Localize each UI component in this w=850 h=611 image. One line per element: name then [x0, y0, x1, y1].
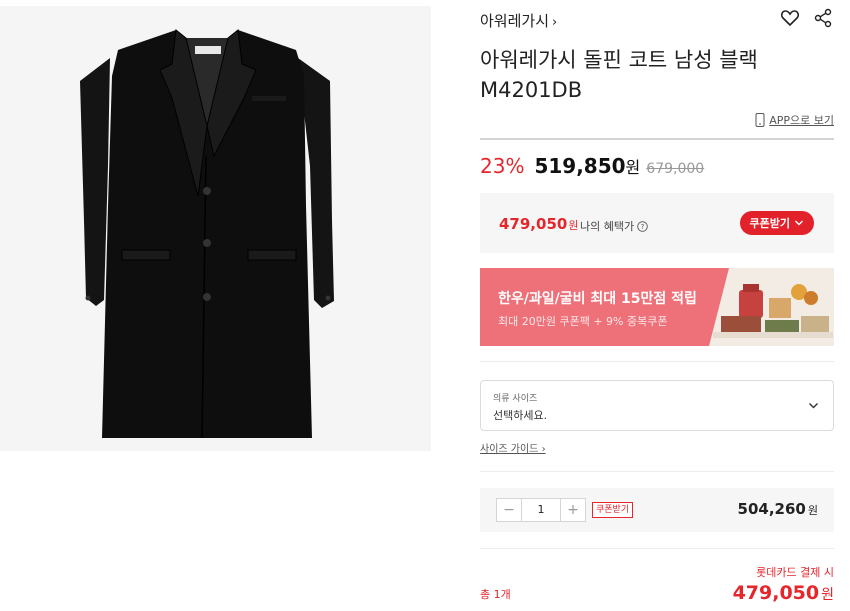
divider	[480, 548, 834, 549]
order-line: − 1 + 쿠폰받기 504,260 원	[480, 488, 834, 532]
size-select-label: 의류 사이즈	[493, 394, 538, 404]
brand-name: 아워레가시	[480, 12, 550, 30]
total-price-currency: 원	[821, 587, 834, 603]
line-price-currency: 원	[807, 504, 818, 517]
product-title: 아워레가시 돌핀 코트 남성 블랙 M4201DB	[480, 45, 820, 105]
sale-price: 519,850	[534, 154, 626, 178]
svg-text:?: ?	[641, 223, 645, 231]
heart-icon[interactable]	[780, 8, 800, 28]
coupon-tag-button[interactable]: 쿠폰받기	[592, 502, 634, 518]
line-price-value: 504,260	[737, 500, 806, 518]
promo-banner-title: 한우/과일/굴비 최대 15만점 적립	[498, 291, 697, 307]
discount-rate: 23%	[480, 154, 525, 178]
benefit-label-text: 나의 혜택가	[580, 220, 635, 233]
coat-image	[80, 29, 334, 439]
quantity-input[interactable]: 1	[521, 499, 561, 521]
app-view-link[interactable]: APP으로 보기	[755, 112, 834, 128]
share-icon[interactable]	[814, 8, 832, 28]
benefit-label: 나의 혜택가 ?	[580, 218, 648, 234]
gift-set-image	[699, 268, 834, 346]
card-payment-label: 롯데카드 결제 시	[756, 566, 834, 579]
product-title-line2: M4201DB	[480, 78, 583, 102]
product-title-line1: 아워레가시 돌핀 코트 남성 블랙	[480, 48, 758, 72]
benefit-price-currency: 원	[568, 219, 579, 232]
product-image[interactable]	[0, 6, 431, 451]
quantity-stepper: − 1 +	[496, 498, 586, 522]
chevron-right-icon: ›	[552, 15, 558, 30]
promo-banner-subtitle: 최대 20만원 쿠폰팩 + 9% 중복쿠폰	[498, 315, 668, 328]
size-guide-link[interactable]: 사이즈 가이드 ›	[480, 440, 546, 455]
total-count: 총 1개	[480, 588, 511, 601]
brand-link[interactable]: 아워레가시 ›	[480, 10, 557, 31]
sale-price-currency: 원	[625, 158, 641, 177]
app-view-label: APP으로 보기	[769, 114, 834, 127]
size-select[interactable]: 의류 사이즈 선택하세요.	[480, 380, 834, 431]
benefit-price: 479,050원	[499, 215, 578, 233]
coupon-button-label: 쿠폰받기	[749, 217, 790, 230]
line-price: 504,260 원	[738, 500, 818, 518]
coupon-download-button[interactable]: 쿠폰받기	[739, 211, 814, 235]
benefit-price-value: 479,050	[499, 215, 568, 233]
help-icon[interactable]: ?	[637, 220, 648, 232]
price-row: 23% 519,850 원 679,000	[480, 154, 704, 182]
quantity-decrease-button[interactable]: −	[497, 499, 521, 521]
phone-icon	[755, 113, 765, 127]
size-select-value: 선택하세요.	[493, 409, 548, 422]
brand-row: 아워레가시 ›	[480, 8, 834, 30]
chevron-down-icon	[795, 220, 803, 226]
divider	[480, 138, 834, 140]
promo-banner[interactable]: 한우/과일/굴비 최대 15만점 적립 최대 20만원 쿠폰팩 + 9% 중복쿠…	[480, 268, 834, 346]
original-price: 679,000	[646, 161, 705, 177]
divider	[480, 471, 834, 472]
divider	[480, 361, 834, 362]
size-guide-label: 사이즈 가이드	[480, 444, 539, 455]
total-price: 479,050 원	[733, 582, 834, 604]
quantity-increase-button[interactable]: +	[561, 499, 585, 521]
chevron-down-icon	[809, 403, 818, 409]
total-price-value: 479,050	[732, 582, 820, 604]
benefit-box: 479,050원 나의 혜택가 ? 쿠폰받기	[480, 193, 834, 253]
